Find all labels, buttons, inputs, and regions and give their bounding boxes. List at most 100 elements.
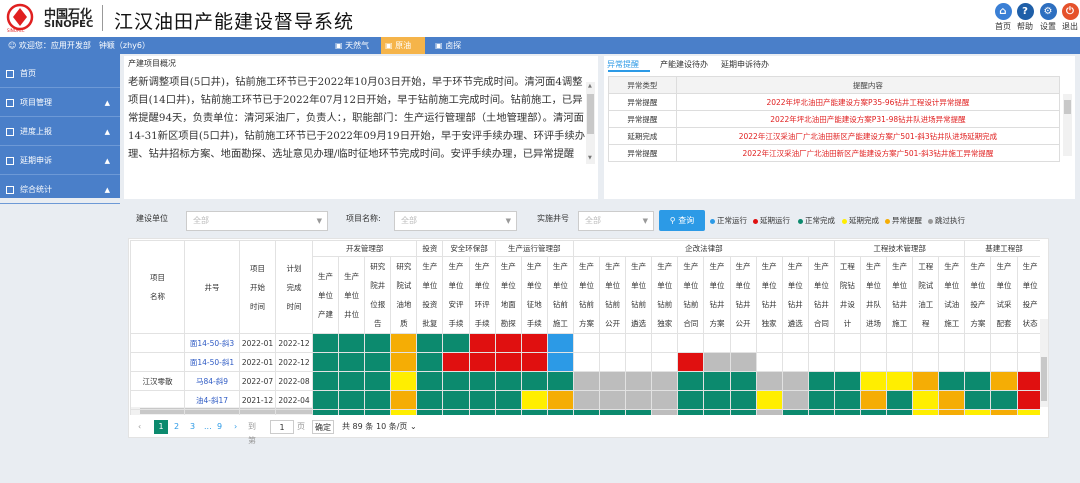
status-cell[interactable] <box>886 333 914 353</box>
status-cell[interactable] <box>755 352 783 372</box>
status-cell[interactable] <box>886 352 914 372</box>
sidebar-item-4[interactable]: 综合统计 ▲ <box>0 176 120 204</box>
status-cell[interactable] <box>573 448 599 467</box>
page-3[interactable]: 3 <box>190 420 195 434</box>
status-cell[interactable] <box>442 371 470 391</box>
status-cell[interactable] <box>520 371 548 391</box>
prev-page-button[interactable]: ‹ <box>138 420 141 434</box>
status-cell[interactable] <box>494 371 522 391</box>
status-cell[interactable] <box>913 448 939 467</box>
status-cell[interactable] <box>546 333 574 353</box>
alert-row[interactable]: 异常提醒 2022年坪北油田产能建设方案P35-96钻井工程设计异常提醒 <box>608 93 1061 111</box>
status-cell[interactable] <box>626 448 652 467</box>
status-cell[interactable] <box>781 371 809 391</box>
status-cell[interactable] <box>416 352 444 372</box>
status-cell[interactable] <box>1016 333 1040 353</box>
status-cell[interactable] <box>938 371 966 391</box>
status-cell[interactable] <box>729 333 757 353</box>
status-cell[interactable] <box>912 352 940 372</box>
status-cell[interactable] <box>703 390 731 410</box>
status-cell[interactable] <box>938 352 966 372</box>
row-well-link[interactable]: 马84-斜9 <box>184 371 240 391</box>
table-row[interactable]: 面14-50-斜3 2022-01 2022-12 <box>130 333 1040 353</box>
status-cell[interactable] <box>364 390 392 410</box>
settings-button[interactable]: ⚙ 设置 <box>1037 3 1059 32</box>
status-cell[interactable] <box>834 448 860 467</box>
status-cell[interactable] <box>938 333 966 353</box>
status-cell[interactable] <box>677 352 705 372</box>
status-cell[interactable] <box>495 448 521 467</box>
status-cell[interactable] <box>572 352 601 372</box>
table-row[interactable]: 面14-50-斜1 2022-01 2022-12 <box>130 352 1040 372</box>
project-filter-select[interactable]: 全部 ▼ <box>394 211 517 231</box>
alert-content[interactable]: 2022年江汉采油厂广北油田新区产能建设方案广501-斜3钻井施工异常提醒 <box>675 144 1061 162</box>
query-button[interactable]: ⚲ 查询 <box>659 210 705 231</box>
status-cell[interactable] <box>625 333 653 353</box>
status-cell[interactable] <box>468 333 496 353</box>
status-cell[interactable] <box>652 448 678 467</box>
status-cell[interactable] <box>494 333 522 353</box>
status-cell[interactable] <box>704 448 730 467</box>
home-button[interactable]: ⌂ 首页 <box>992 3 1014 32</box>
status-cell[interactable] <box>756 448 782 467</box>
status-cell[interactable] <box>416 333 444 353</box>
status-cell[interactable] <box>416 371 444 391</box>
status-cell[interactable] <box>443 448 469 467</box>
table-row[interactable]: 油4-斜17 2021-12 2022-04 <box>130 390 1040 410</box>
status-cell[interactable] <box>339 448 365 467</box>
status-cell[interactable] <box>1016 390 1040 410</box>
status-cell[interactable] <box>729 390 757 410</box>
status-cell[interactable] <box>625 352 653 372</box>
page-1[interactable]: 1 <box>154 420 168 434</box>
status-cell[interactable] <box>912 333 940 353</box>
status-cell[interactable] <box>990 371 1018 391</box>
status-cell[interactable] <box>833 371 861 391</box>
sidebar-item-0[interactable]: 首页 <box>0 60 120 88</box>
status-cell[interactable] <box>520 352 548 372</box>
status-cell[interactable] <box>964 371 992 391</box>
status-cell[interactable] <box>390 333 418 353</box>
status-cell[interactable] <box>677 333 705 353</box>
status-cell[interactable] <box>755 390 783 410</box>
per-page-select[interactable]: 10 条/页 ⌄ <box>376 420 417 434</box>
status-cell[interactable] <box>964 390 992 410</box>
status-cell[interactable] <box>625 371 653 391</box>
next-page-button[interactable]: › <box>234 420 237 434</box>
row-well-link[interactable]: 油4-斜17 <box>184 390 240 410</box>
status-cell[interactable] <box>703 371 731 391</box>
status-cell[interactable] <box>807 371 835 391</box>
tab-2[interactable]: ▣ 卤探 <box>431 37 475 54</box>
status-cell[interactable] <box>912 390 940 410</box>
status-cell[interactable] <box>886 390 914 410</box>
grid-scrollbar-v[interactable] <box>1040 319 1048 407</box>
status-cell[interactable] <box>391 448 417 467</box>
status-cell[interactable] <box>964 352 992 372</box>
status-cell[interactable] <box>912 371 940 391</box>
status-cell[interactable] <box>651 352 679 372</box>
row-well-link[interactable]: 面14-50-斜3 <box>184 333 240 353</box>
status-cell[interactable] <box>833 390 861 410</box>
status-cell[interactable] <box>755 371 783 391</box>
status-cell[interactable] <box>572 371 601 391</box>
status-cell[interactable] <box>469 448 495 467</box>
status-cell[interactable] <box>365 448 391 467</box>
alert-content[interactable]: 2022年坪北油田产能建设方案P31-98钻井队进场异常提醒 <box>675 110 1061 128</box>
status-cell[interactable] <box>703 352 731 372</box>
status-cell[interactable] <box>781 352 809 372</box>
page-2[interactable]: 2 <box>174 420 179 434</box>
sidebar-item-2[interactable]: 进度上报 ▲ <box>0 118 120 146</box>
status-cell[interactable] <box>442 390 470 410</box>
alert-tab-2[interactable]: 延期申诉待办 <box>721 59 769 70</box>
status-cell[interactable] <box>599 352 627 372</box>
status-cell[interactable] <box>990 333 1018 353</box>
status-cell[interactable] <box>338 371 366 391</box>
status-cell[interactable] <box>442 333 470 353</box>
status-cell[interactable] <box>886 371 914 391</box>
alert-row[interactable]: 延期完成 2022年江汉采油厂广北油田新区产能建设方案广501-斜3钻井队进场延期… <box>608 127 1061 145</box>
status-cell[interactable] <box>494 352 522 372</box>
status-cell[interactable] <box>468 371 496 391</box>
status-cell[interactable] <box>311 371 340 391</box>
status-cell[interactable] <box>990 352 1018 372</box>
status-cell[interactable] <box>807 390 835 410</box>
alert-row[interactable]: 异常提醒 2022年江汉采油厂广北油田新区产能建设方案广501-斜3钻井施工异常提… <box>608 144 1061 162</box>
